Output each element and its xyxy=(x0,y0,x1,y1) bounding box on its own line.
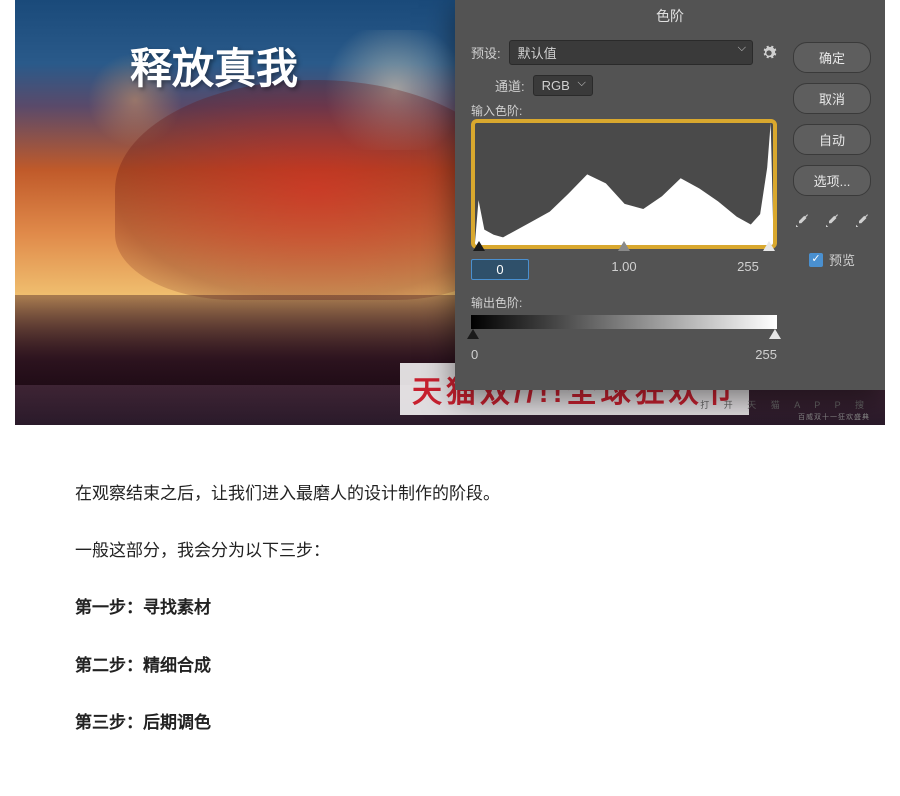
input-levels-label: 输入色阶: xyxy=(471,102,777,119)
auto-button[interactable]: 自动 xyxy=(793,124,871,155)
sub-caption-1: 打 开 天 猫 A P P 搜 xyxy=(700,398,870,411)
article-body: 在观察结束之后，让我们进入最磨人的设计制作的阶段。 一般这部分，我会分为以下三步… xyxy=(0,425,900,796)
channel-value: RGB xyxy=(542,78,570,93)
preset-row: 预设: 默认值 xyxy=(471,40,777,65)
input-white-field[interactable]: 255 xyxy=(719,259,777,280)
white-point-slider[interactable] xyxy=(763,241,775,251)
preview-checkbox[interactable]: ✓ xyxy=(809,253,823,267)
dialog-title: 色阶 xyxy=(455,0,885,32)
options-button[interactable]: 选项... xyxy=(793,165,871,196)
mid-point-slider[interactable] xyxy=(618,241,630,251)
black-point-slider[interactable] xyxy=(473,241,485,251)
levels-dialog: 色阶 预设: 默认值 通道: RGB 输入色阶: xyxy=(455,0,885,390)
eyedropper-group xyxy=(793,212,871,230)
input-values-row: 1.00 255 xyxy=(471,259,777,280)
output-values-row: 0 255 xyxy=(471,347,777,362)
eyedropper-gray-icon[interactable] xyxy=(823,212,841,230)
output-black-field[interactable]: 0 xyxy=(471,347,529,362)
article-paragraph-2: 一般这部分，我会分为以下三步： xyxy=(75,537,825,564)
preset-select[interactable]: 默认值 xyxy=(509,40,753,65)
output-gradient xyxy=(471,315,777,329)
preview-row[interactable]: ✓ 预览 xyxy=(809,250,855,269)
cancel-button[interactable]: 取消 xyxy=(793,83,871,114)
channel-label: 通道: xyxy=(495,76,525,95)
article-step-2: 第二步：精细合成 xyxy=(75,652,825,679)
dialog-body: 预设: 默认值 通道: RGB 输入色阶: xyxy=(455,32,885,374)
preset-value: 默认值 xyxy=(518,46,557,61)
article-step-3: 第三步：后期调色 xyxy=(75,709,825,736)
gear-icon[interactable] xyxy=(761,45,777,61)
input-mid-field[interactable]: 1.00 xyxy=(595,259,653,280)
channel-select[interactable]: RGB xyxy=(533,75,593,96)
dialog-right-column: 确定 取消 自动 选项... ✓ 预览 xyxy=(791,40,873,362)
ok-button[interactable]: 确定 xyxy=(793,42,871,73)
article-step-1: 第一步：寻找素材 xyxy=(75,594,825,621)
histogram-box xyxy=(471,119,777,249)
preset-label: 预设: xyxy=(471,43,501,62)
channel-row: 通道: RGB xyxy=(495,75,777,96)
output-black-slider[interactable] xyxy=(467,329,479,339)
eyedropper-black-icon[interactable] xyxy=(793,212,811,230)
output-white-slider[interactable] xyxy=(769,329,781,339)
output-levels-label: 输出色阶: xyxy=(471,294,777,311)
input-black-field[interactable] xyxy=(471,259,529,280)
output-white-field[interactable]: 255 xyxy=(719,347,777,362)
sub-caption-2: 百威双十一狂欢盛典 xyxy=(798,412,870,422)
dialog-left-column: 预设: 默认值 通道: RGB 输入色阶: xyxy=(471,40,777,362)
screenshot-area: 释放真我 天猫双//!!全球狂欢节 打 开 天 猫 A P P 搜 百威双十一狂… xyxy=(15,0,885,425)
output-block: 输出色阶: 0 255 xyxy=(471,294,777,362)
output-slider-track[interactable] xyxy=(471,329,777,343)
article-paragraph-1: 在观察结束之后，让我们进入最磨人的设计制作的阶段。 xyxy=(75,480,825,507)
eyedropper-white-icon[interactable] xyxy=(853,212,871,230)
slogan-text: 释放真我 xyxy=(130,35,298,96)
histogram-chart xyxy=(475,123,773,245)
input-slider-track[interactable] xyxy=(471,241,777,255)
preview-label: 预览 xyxy=(829,250,855,269)
